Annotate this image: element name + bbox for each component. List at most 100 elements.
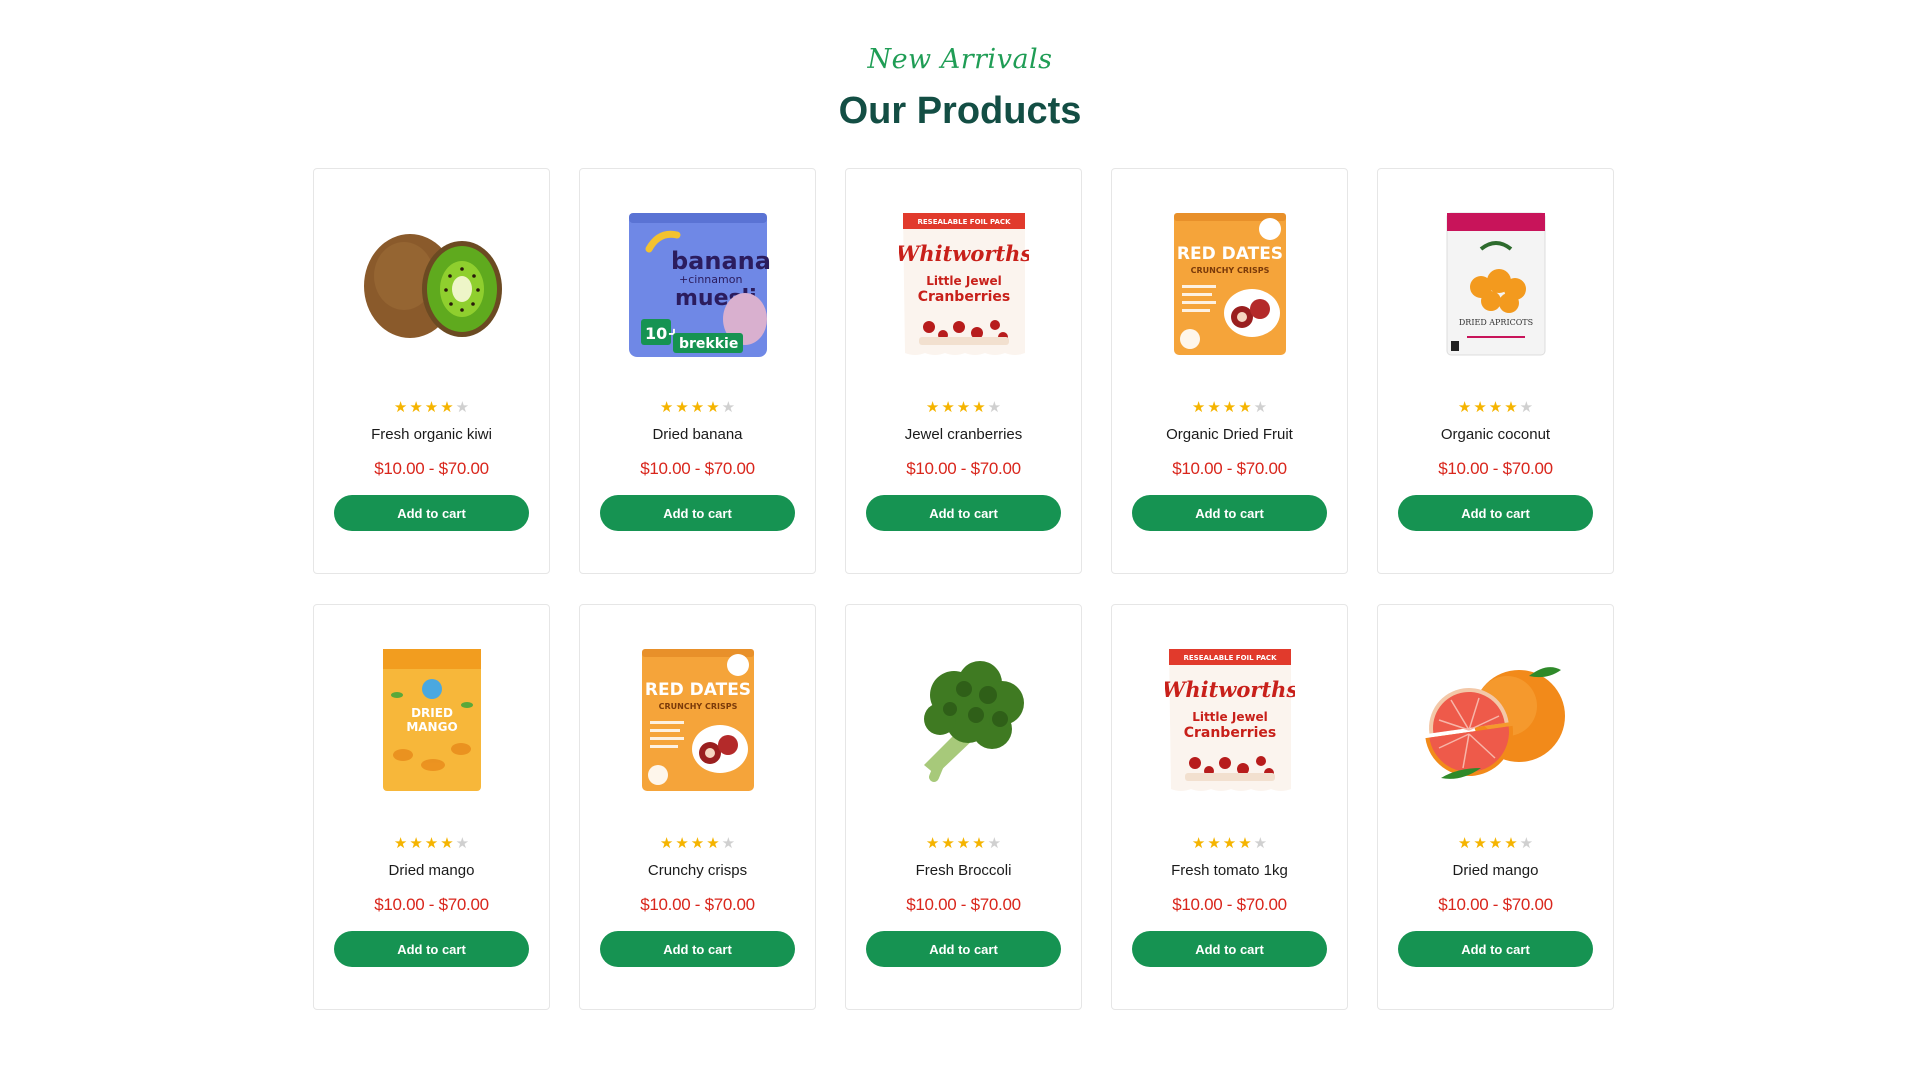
svg-text:RESEALABLE FOIL PACK: RESEALABLE FOIL PACK [1183,654,1277,662]
product-price: $10.00 - $70.00 [374,459,489,478]
star-filled-icon: ★ [409,399,423,416]
product-name[interactable]: Organic Dried Fruit [1166,425,1293,445]
product-image[interactable]: banana +cinnamon muesli 10+ brekkie [579,209,816,359]
star-filled-icon: ★ [706,835,720,852]
product-card[interactable]: ★ ★ ★ ★ ★ Fresh Broccoli $10.00 - $70.00 Add… [845,604,1082,1010]
star-filled-icon: ★ [1191,835,1206,852]
star-empty-icon: ★ [1253,835,1268,852]
cranberry-pouch-illustration: RESEALABLE FOIL PACK Whitworths Little J… [899,213,1029,355]
star-filled-icon: ★ [941,835,955,852]
add-to-cart-button[interactable]: Add to cart [1398,495,1593,531]
product-card[interactable]: DRIED APRICOTS ★ ★ ★ ★ ★ Organic coconut $10… [1377,168,1614,574]
star-filled-icon: ★ [1504,835,1518,852]
add-to-cart-button[interactable]: Add to cart [1398,931,1593,967]
rating-stars: ★ ★ ★ ★ ★ [1192,835,1267,853]
star-filled-icon: ★ [393,835,408,852]
product-card[interactable]: ★ ★ ★ ★ ★ Fresh organic kiwi $10.00 - $70.00… [313,168,550,574]
product-image[interactable]: RESEALABLE FOIL PACK Whitworths Little J… [845,209,1082,359]
star-filled-icon: ★ [941,399,955,416]
star-filled-icon: ★ [1222,835,1237,852]
add-to-cart-button[interactable]: Add to cart [600,495,795,531]
dates-pouch-illustration: RED DATES CRUNCHY CRISPS [641,649,754,791]
rating-stars: ★ ★ ★ ★ ★ [394,835,469,853]
product-name[interactable]: Crunchy crisps [648,861,747,881]
star-filled-icon: ★ [424,399,439,416]
star-filled-icon: ★ [675,835,689,852]
star-empty-icon: ★ [1519,399,1534,416]
rating-stars: ★ ★ ★ ★ ★ [660,835,735,853]
product-name[interactable]: Organic coconut [1441,425,1550,445]
product-price: $10.00 - $70.00 [1172,895,1287,914]
product-card[interactable]: RESEALABLE FOIL PACK Whitworths Little J… [1111,604,1348,1010]
product-card[interactable]: DRIED MANGO ★ ★ ★ ★ ★ Dried mango $10.00 - $… [313,604,550,1010]
star-filled-icon: ★ [925,835,940,852]
star-filled-icon: ★ [956,835,971,852]
product-price: $10.00 - $70.00 [640,895,755,914]
product-image[interactable]: DRIED MANGO [313,645,550,795]
star-filled-icon: ★ [1473,399,1487,416]
product-name[interactable]: Fresh tomato 1kg [1171,861,1288,881]
star-empty-icon: ★ [721,399,736,416]
product-price: $10.00 - $70.00 [1172,459,1287,478]
cranberry-pouch-illustration: RESEALABLE FOIL PACK Whitworths Little J… [1165,649,1295,791]
star-filled-icon: ★ [424,835,439,852]
svg-text:+cinnamon: +cinnamon [679,273,742,286]
product-name[interactable]: Jewel cranberries [905,425,1023,445]
apricot-pouch-illustration: DRIED APRICOTS [1446,212,1545,356]
product-name[interactable]: Dried banana [652,425,742,445]
svg-text:CRUNCHY CRISPS: CRUNCHY CRISPS [658,702,737,711]
star-filled-icon: ★ [1457,835,1472,852]
kiwi-illustration [363,234,502,338]
section-title: Our Products [838,90,1082,132]
add-to-cart-button[interactable]: Add to cart [600,931,795,967]
add-to-cart-button[interactable]: Add to cart [334,495,529,531]
product-price: $10.00 - $70.00 [906,895,1021,914]
product-image[interactable] [845,645,1082,795]
star-filled-icon: ★ [659,399,674,416]
product-image[interactable]: DRIED APRICOTS [1377,209,1614,359]
rating-stars: ★ ★ ★ ★ ★ [394,399,469,417]
rating-stars: ★ ★ ★ ★ ★ [926,399,1001,417]
product-image[interactable]: RED DATES CRUNCHY CRISPS [1111,209,1348,359]
product-name[interactable]: Fresh organic kiwi [371,425,492,445]
product-name[interactable]: Dried mango [389,861,475,881]
rating-stars: ★ ★ ★ ★ ★ [926,835,1001,853]
svg-text:Whitworths: Whitworths [899,241,1029,266]
add-to-cart-button[interactable]: Add to cart [866,931,1061,967]
star-filled-icon: ★ [675,399,689,416]
grapefruit-illustration [1424,667,1565,779]
section-subtitle: New Arrivals [867,44,1053,75]
add-to-cart-button[interactable]: Add to cart [334,931,529,967]
product-image[interactable]: RESEALABLE FOIL PACK Whitworths Little J… [1111,645,1348,795]
add-to-cart-button[interactable]: Add to cart [866,495,1061,531]
rating-stars: ★ ★ ★ ★ ★ [1192,399,1267,417]
svg-text:Cranberries: Cranberries [1183,725,1276,741]
product-card[interactable]: RED DATES CRUNCHY CRISPS ★ ★ ★ ★ ★ Crunchy c… [579,604,816,1010]
product-card[interactable]: RESEALABLE FOIL PACK Whitworths Little J… [845,168,1082,574]
products-section: New Arrivals Our Products ★ ★ ★ ★ ★ Fresh or… [0,0,1920,1080]
banana-pouch-illustration: banana +cinnamon muesli 10+ brekkie [628,213,770,357]
star-filled-icon: ★ [690,399,705,416]
product-image[interactable] [1377,645,1614,795]
add-to-cart-button[interactable]: Add to cart [1132,931,1327,967]
star-empty-icon: ★ [987,835,1002,852]
svg-text:Little Jewel: Little Jewel [926,274,1002,288]
star-filled-icon: ★ [1207,835,1221,852]
svg-text:RESEALABLE FOIL PACK: RESEALABLE FOIL PACK [917,218,1011,226]
product-name[interactable]: Fresh Broccoli [916,861,1012,881]
star-filled-icon: ★ [956,399,971,416]
star-filled-icon: ★ [706,399,720,416]
product-image[interactable]: RED DATES CRUNCHY CRISPS [579,645,816,795]
dates-pouch-illustration: RED DATES CRUNCHY CRISPS [1173,213,1286,355]
product-card[interactable]: ★ ★ ★ ★ ★ Dried mango $10.00 - $70.00 Add to… [1377,604,1614,1010]
product-name[interactable]: Dried mango [1453,861,1539,881]
star-filled-icon: ★ [925,399,940,416]
product-card[interactable]: RED DATES CRUNCHY CRISPS ★ ★ ★ ★ ★ Organic D… [1111,168,1348,574]
product-card[interactable]: banana +cinnamon muesli 10+ brekkie ★ ★ ★ ★… [579,168,816,574]
star-filled-icon: ★ [1207,399,1221,416]
star-filled-icon: ★ [440,835,454,852]
product-image[interactable] [313,209,550,359]
star-filled-icon: ★ [1457,399,1472,416]
add-to-cart-button[interactable]: Add to cart [1132,495,1327,531]
svg-text:Cranberries: Cranberries [917,289,1010,305]
